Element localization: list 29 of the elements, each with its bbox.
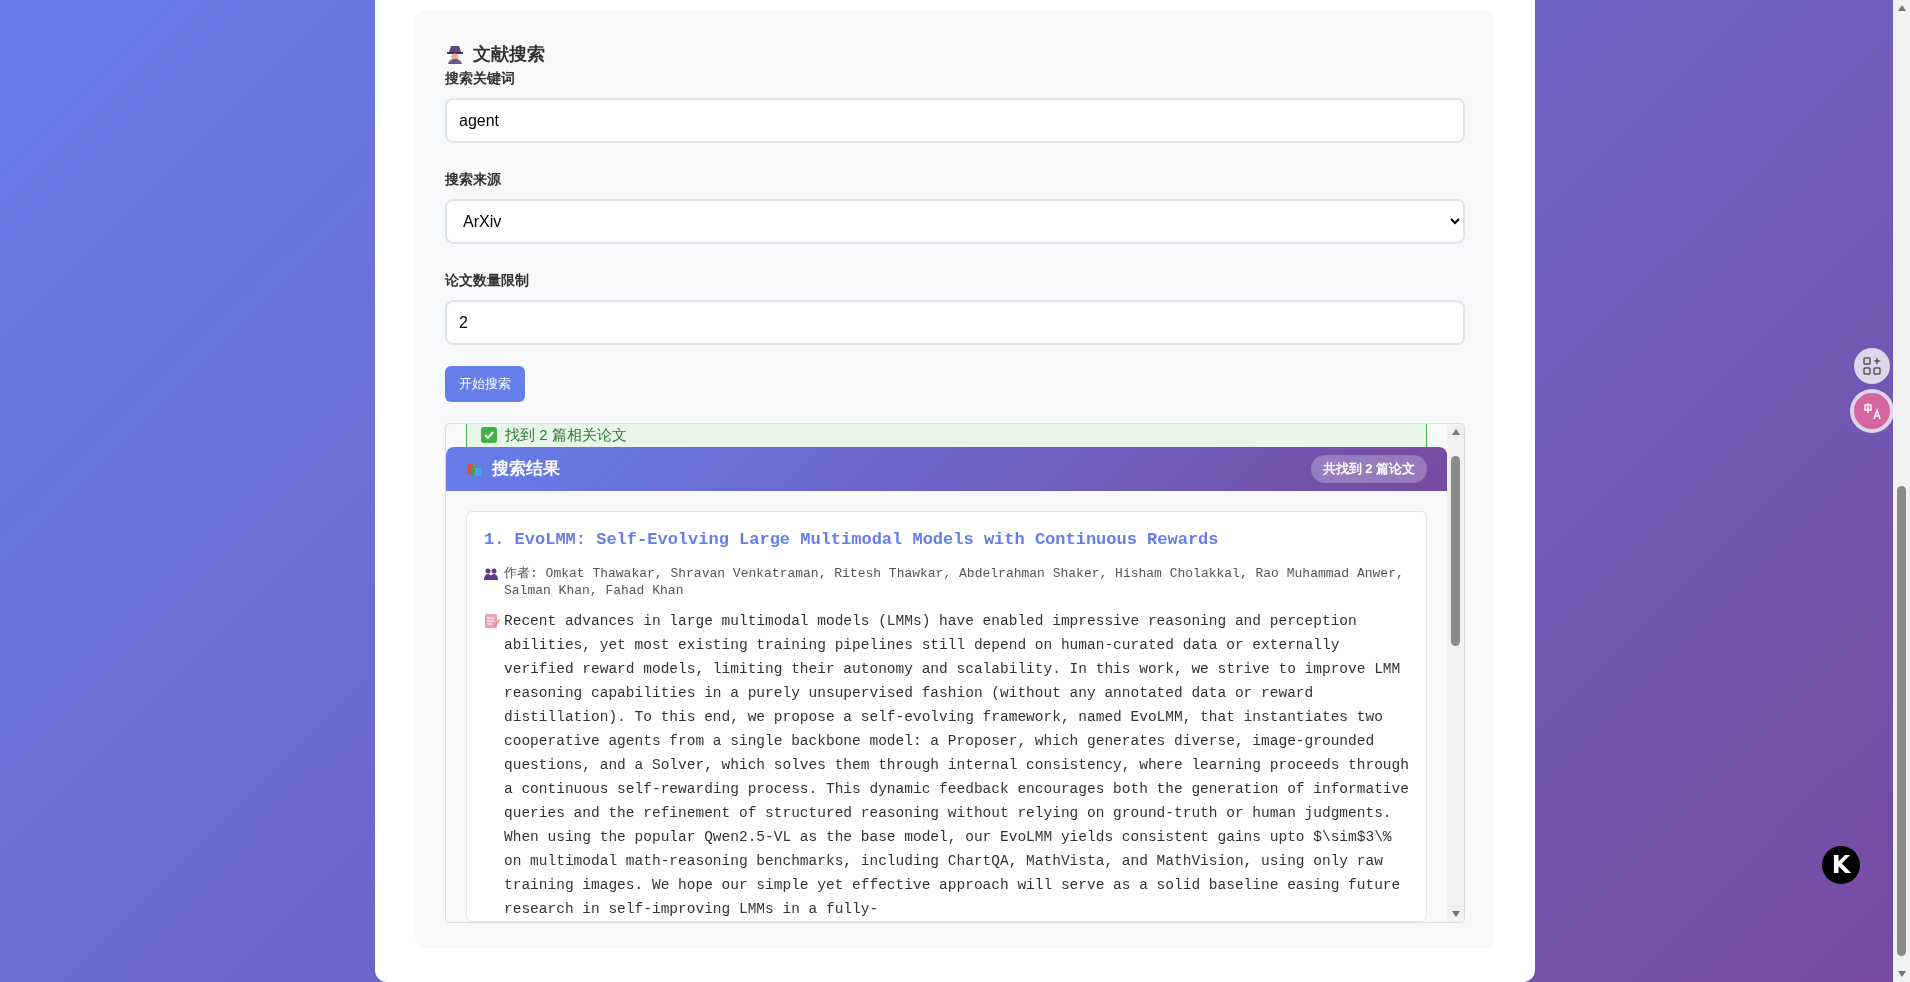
section-title: 文献搜索 bbox=[473, 43, 545, 66]
search-button[interactable]: 开始搜索 bbox=[445, 366, 525, 402]
checkbox-icon bbox=[481, 427, 497, 444]
status-text: 找到 2 篇相关论文 bbox=[505, 425, 627, 445]
scroll-up-icon[interactable] bbox=[1897, 5, 1906, 11]
scrollbar-thumb[interactable] bbox=[1451, 456, 1460, 646]
field-label: 搜索来源 bbox=[445, 171, 502, 189]
memo-icon bbox=[484, 613, 500, 629]
paper-title[interactable]: 1. EvoLMM: Self-Evolving Large Multimodal Models with Continuous Rewards bbox=[484, 530, 1409, 549]
field-label: 论文数量限制 bbox=[445, 272, 530, 290]
count-badge: 共找到 2 篇论文 bbox=[1310, 454, 1427, 483]
field-label: 搜索关键词 bbox=[445, 70, 516, 88]
people-icon bbox=[484, 568, 498, 580]
translate-icon[interactable] bbox=[1854, 393, 1890, 429]
results-title: 搜索结果 bbox=[492, 458, 561, 481]
scroll-up-icon[interactable] bbox=[1451, 429, 1460, 435]
scrollbar[interactable] bbox=[1447, 424, 1464, 922]
source-select[interactable]: ArXiv bbox=[445, 199, 1465, 244]
input-field[interactable]: agent bbox=[445, 98, 1465, 143]
page-scrollbar-thumb[interactable] bbox=[1897, 486, 1906, 956]
detective-icon bbox=[445, 44, 465, 64]
paper-abstract: Recent advances in large multimodal models (LMMs) have enabled impressive reasoning and perception abilities, yet most existing training pipelines still depend on human-curated data or externally verified reward models, limiting their autonomy and scalability. In this work, we strive to improve LMM reasoning capabilities in a purely unsupervised fashion (without any annotated data or reward distillation). To this end, we propose a self-evolving framework, named EvoLMM, that instantiates two cooperative agents from a single backbone model: a Proposer, which generates diverse, image-grounded questions, and a Solver, which solves them through internal consistency, where learning proceeds through a continuous self-rewarding process. This dynamic feedback encourages both the generation of informative queries and the refinement of structured reasoning without relying on ground-truth or human judgments. When using the popular Qwen2.5-VL as the base model, our EvoLMM yields consistent gains upto $\sim$3\% on multimodal math-reasoning benchmarks, including ChartQA, MathVista, and MathVision, using only raw training images. We hope our simple yet effective approach will serve as a solid baseline easing future research in self-improving LMMs in a fully- bbox=[504, 612, 1409, 919]
app-logo[interactable]: K bbox=[1822, 846, 1860, 884]
input-field[interactable]: 2 bbox=[445, 300, 1465, 345]
apps-icon[interactable] bbox=[1854, 348, 1890, 384]
scroll-down-icon[interactable] bbox=[1451, 911, 1460, 917]
paper-authors: 作者: Omkat Thawakar, Shravan Venkatraman, Ritesh Thawkar, Abdelrahman Shaker, Hisham Cholakkal, Rao Muhammad Anwer, Salman Khan, Fahad Khan bbox=[504, 565, 1405, 599]
page-scrollbar[interactable] bbox=[1893, 0, 1910, 982]
scroll-down-icon[interactable] bbox=[1897, 971, 1906, 977]
